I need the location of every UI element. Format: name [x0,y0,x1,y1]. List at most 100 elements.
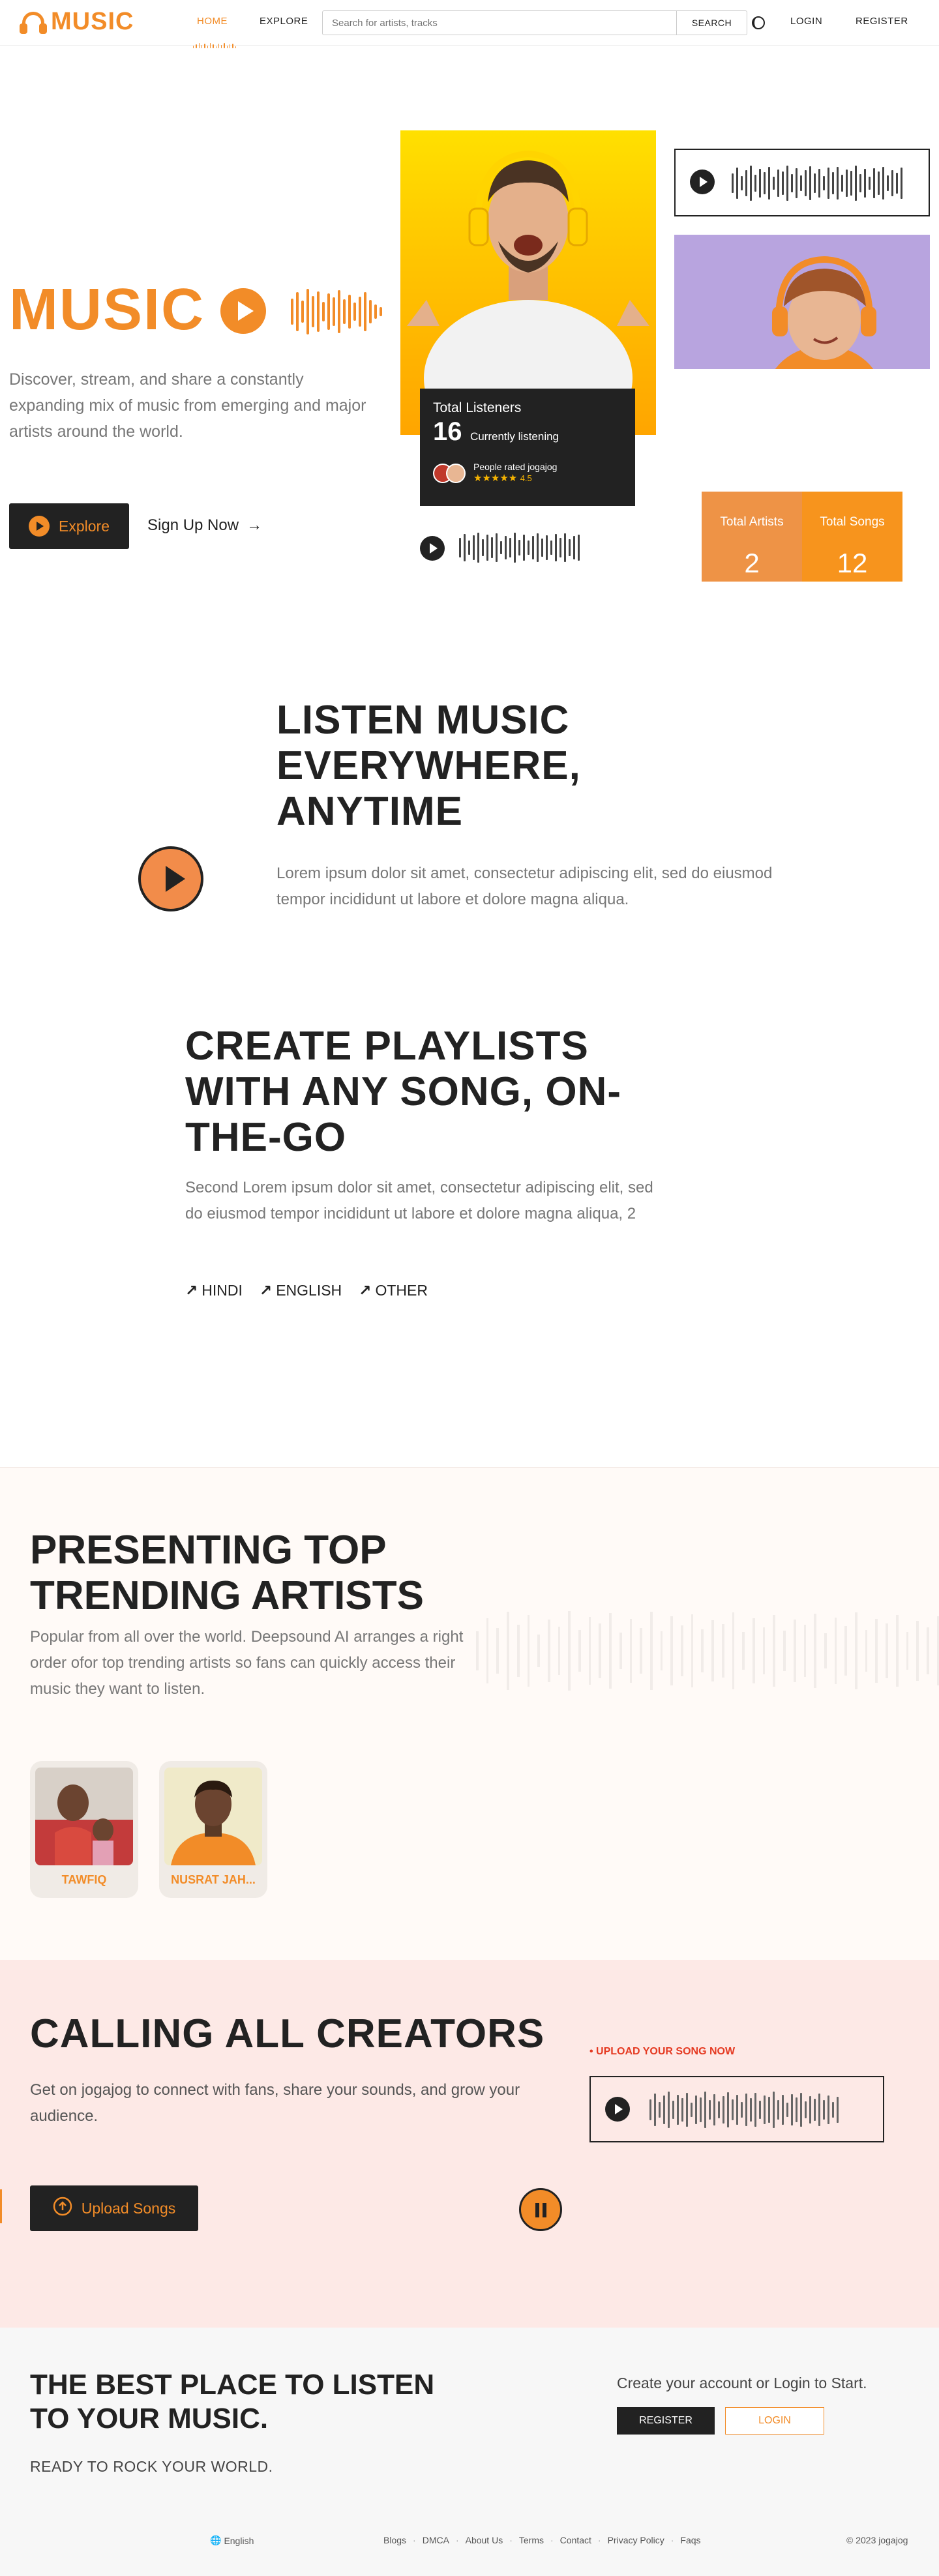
creators-text: Get on jogajog to connect with fans, sha… [30,2081,520,2125]
avatar [446,463,466,483]
listeners-currently: Currently listening [470,430,559,443]
listen-text: Lorem ipsum dolor sit amet, consectetur … [276,865,773,908]
search-input[interactable] [323,11,676,35]
arrow-up-right-icon: ↗ [259,1282,273,1299]
background-waveform [476,1608,939,1693]
footer-link-terms[interactable]: Terms [519,2535,544,2545]
register-button[interactable]: REGISTER [617,2407,715,2435]
footer-link-dmca[interactable]: DMCA [423,2535,449,2545]
language-label: HINDI [201,1282,243,1299]
trending-artists-section: PRESENTING TOP TRENDING ARTISTS Popular … [0,1467,939,1960]
top-navbar: MUSIC HOME EXPLORE SEARCH LOGIN REGISTER [0,0,939,48]
playlists-text: Second Lorem ipsum dolor sit amet, conse… [185,1179,653,1222]
footer-links: Blogs · DMCA · About Us · Terms · Contact · P… [383,2535,701,2545]
nav-explore[interactable]: EXPLORE [260,16,308,27]
logo[interactable]: MUSIC [18,8,134,36]
total-listeners-card: Total Listeners 16 Currently listening P… [420,389,635,506]
listeners-count: 16 [433,417,462,446]
audio-player-card [589,2076,884,2142]
stat-songs-value: 12 [837,548,868,578]
signup-label: Sign Up Now [147,516,239,534]
pause-icon[interactable] [519,2188,562,2231]
signup-link[interactable]: Sign Up Now → [147,516,262,535]
language-link-hindi[interactable]: ↗ HINDI [185,1282,243,1299]
big-play-icon[interactable] [138,846,203,911]
footer-link-blogs[interactable]: Blogs [383,2535,406,2545]
upload-icon [53,2197,72,2220]
globe-icon: 🌐 [210,2535,222,2545]
play-icon[interactable] [605,2097,630,2122]
waveform [732,164,902,202]
artists-text: Popular from all over the world. Deepsou… [30,1628,464,1698]
artist-card[interactable]: TAWFIQ [30,1761,138,1898]
arrow-up-right-icon: ↗ [185,1282,198,1299]
language-label: English [224,2535,254,2546]
stat-songs: Total Songs 12 [802,492,902,582]
arrow-up-right-icon: ↗ [359,1282,372,1299]
audio-player-card [674,149,930,216]
stat-artists-value: 2 [744,548,760,578]
copyright: © 2023 jogajog [846,2535,908,2545]
upload-songs-button[interactable]: Upload Songs [30,2185,198,2231]
cta-title: THE BEST PLACE TO LISTEN TO YOUR MUSIC. [30,2369,435,2435]
artist-name: NUSRAT JAH... [171,1873,256,1886]
language-links: ↗ HINDI ↗ ENGLISH ↗ OTHER [185,1282,428,1299]
search-button[interactable]: SEARCH [676,11,747,35]
rating-score: 4.5 [520,473,532,483]
stat-artists-label: Total Artists [720,515,784,529]
cta-section: THE BEST PLACE TO LISTEN TO YOUR MUSIC. … [0,2328,939,2513]
logo-text: MUSIC [51,8,134,35]
playlists-title: CREATE PLAYLISTS WITH ANY SONG, ON-THE-G… [185,1024,621,1160]
cta-prompt: Create your account or Login to Start. [617,2375,867,2391]
footer-link-privacy[interactable]: Privacy Policy [608,2535,664,2545]
artist-name: TAWFIQ [61,1873,107,1886]
listener-woman-image [674,235,930,369]
login-button[interactable]: LOGIN [725,2407,824,2435]
rating-stars: ★★★★★ [473,473,518,484]
nav-home[interactable]: HOME [197,16,228,27]
listeners-title: Total Listeners [433,400,522,415]
search-bar: SEARCH [322,10,747,35]
hero-waveform [291,288,382,335]
arrow-right-icon: → [246,516,263,534]
waveform [459,532,580,563]
hero-play-icon[interactable] [220,288,266,334]
avatar-stack [433,463,466,483]
artist-photo [35,1768,133,1865]
listen-section: LISTEN MUSIC EVERYWHERE, ANYTIME Lorem i… [0,580,939,1024]
creators-section: CALLING ALL CREATORS Get on jogajog to c… [0,1960,939,2328]
playlists-section: CREATE PLAYLISTS WITH ANY SONG, ON-THE-G… [0,1024,939,1467]
nav-login[interactable]: LOGIN [790,16,822,27]
rating-label: People rated jogajog [473,462,558,472]
hero-description: Discover, stream, and share a constantly… [9,370,366,441]
stat-songs-label: Total Songs [820,515,885,529]
explore-button[interactable]: Explore [9,503,129,549]
language-label: OTHER [375,1282,428,1299]
play-icon[interactable] [690,170,715,194]
upload-now-label: • UPLOAD YOUR SONG NOW [589,2046,736,2057]
play-icon[interactable] [420,536,445,561]
hero-section: MUSIC Discover, stream, and share a cons… [0,46,939,582]
language-link-english[interactable]: ↗ ENGLISH [260,1282,342,1299]
explore-label: Explore [59,517,110,535]
artist-card[interactable]: NUSRAT JAH... [159,1761,267,1898]
listen-title: LISTEN MUSIC EVERYWHERE, ANYTIME [276,698,581,834]
waveform [649,2090,839,2129]
language-selector[interactable]: 🌐 English [210,2535,254,2546]
creators-title: CALLING ALL CREATORS [30,2011,545,2056]
nav-register[interactable]: REGISTER [856,16,908,27]
footer-link-contact[interactable]: Contact [560,2535,591,2545]
artist-photo [164,1768,262,1865]
cta-subtitle: READY TO ROCK YOUR WORLD. [30,2458,273,2475]
hero-title: MUSIC [9,277,205,342]
headphones-icon [18,9,48,35]
language-link-other[interactable]: ↗ OTHER [359,1282,428,1299]
stat-artists: Total Artists 2 [702,492,802,582]
footer: 🌐 English Blogs · DMCA · About Us · Terms · … [0,2513,939,2576]
theme-toggle-icon[interactable] [750,14,767,31]
footer-link-faqs[interactable]: Faqs [680,2535,700,2545]
language-label: ENGLISH [276,1282,342,1299]
footer-link-about[interactable]: About Us [466,2535,503,2545]
stats-card: Total Artists 2 Total Songs 12 [702,492,902,582]
rating-row: People rated jogajog ★★★★★ 4.5 [433,462,557,484]
